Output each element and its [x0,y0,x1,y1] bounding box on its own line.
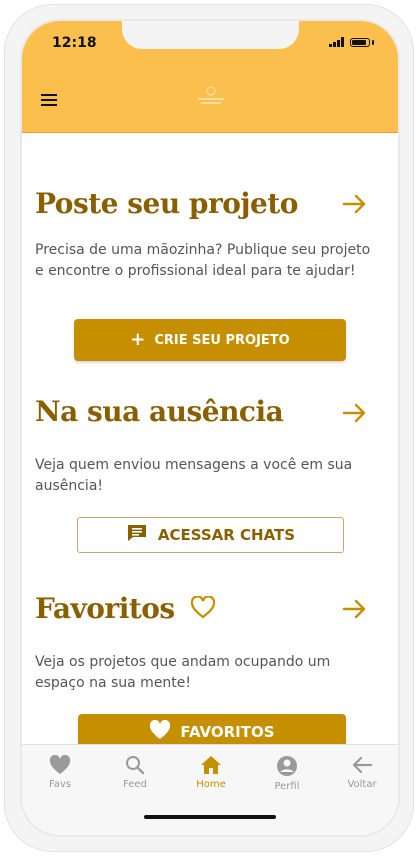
nav-item-home[interactable]: Home [181,755,241,790]
hamburger-icon[interactable] [41,94,57,106]
arrow-right-icon[interactable] [342,598,368,620]
nav-label-favs: Favs [48,779,72,790]
section-title-favorites: Favoritos [35,592,216,627]
nav-label-back: Voltar [347,779,377,790]
chat-icon [126,523,148,547]
signal-icon [329,37,344,47]
nav-item-profile[interactable]: Perfil [257,755,317,792]
section-desc-post-project: Precisa de uma mãozinha? Publique seu pr… [35,242,371,279]
heart-icon [149,719,171,744]
access-chats-button[interactable]: ACESSAR CHATS [77,517,344,553]
battery-icon [350,37,370,47]
section-desc-absence: Veja quem enviou mensagens a você em sua… [35,457,353,494]
nav-item-feed[interactable]: Feed [105,755,165,790]
nav-label-home: Home [196,779,226,790]
favorites-title-text: Favoritos [35,592,175,625]
section-title-post-project: Poste seu projeto [35,187,298,220]
nav-label-feed: Feed [123,779,147,790]
nav-item-favs[interactable]: Favs [30,755,90,790]
create-project-label: CRIE SEU PROJETO [154,332,290,348]
section-title-absence: Na sua ausência [35,395,284,428]
arrow-right-icon[interactable] [342,193,368,215]
app-logo [195,84,227,108]
favorites-label: FAVORITOS [180,723,275,741]
screen: 12:18 Poste seu projeto Precisa de uma m… [22,21,398,835]
create-project-button[interactable]: + CRIE SEU PROJETO [74,319,346,361]
status-icons [329,37,374,47]
user-icon [277,756,297,776]
access-chats-label: ACESSAR CHATS [157,526,296,544]
search-icon [126,756,145,775]
device-notch [122,21,299,49]
plus-icon: + [130,329,146,350]
status-time: 12:18 [52,35,97,51]
nav-item-back[interactable]: Voltar [332,755,392,790]
battery-cap [372,39,374,45]
arrow-right-icon[interactable] [342,402,368,424]
home-indicator [144,815,276,819]
bottom-navigation: Favs Feed Home Perfil Voltar [22,744,398,835]
arrow-left-icon [352,756,373,774]
heart-icon [49,755,71,774]
nav-label-profile: Perfil [274,781,300,792]
home-icon [201,756,221,774]
app-header: 12:18 [22,21,398,133]
heart-outline-icon [190,594,216,627]
section-desc-favorites: Veja os projetos que andam ocupando um e… [35,654,331,691]
